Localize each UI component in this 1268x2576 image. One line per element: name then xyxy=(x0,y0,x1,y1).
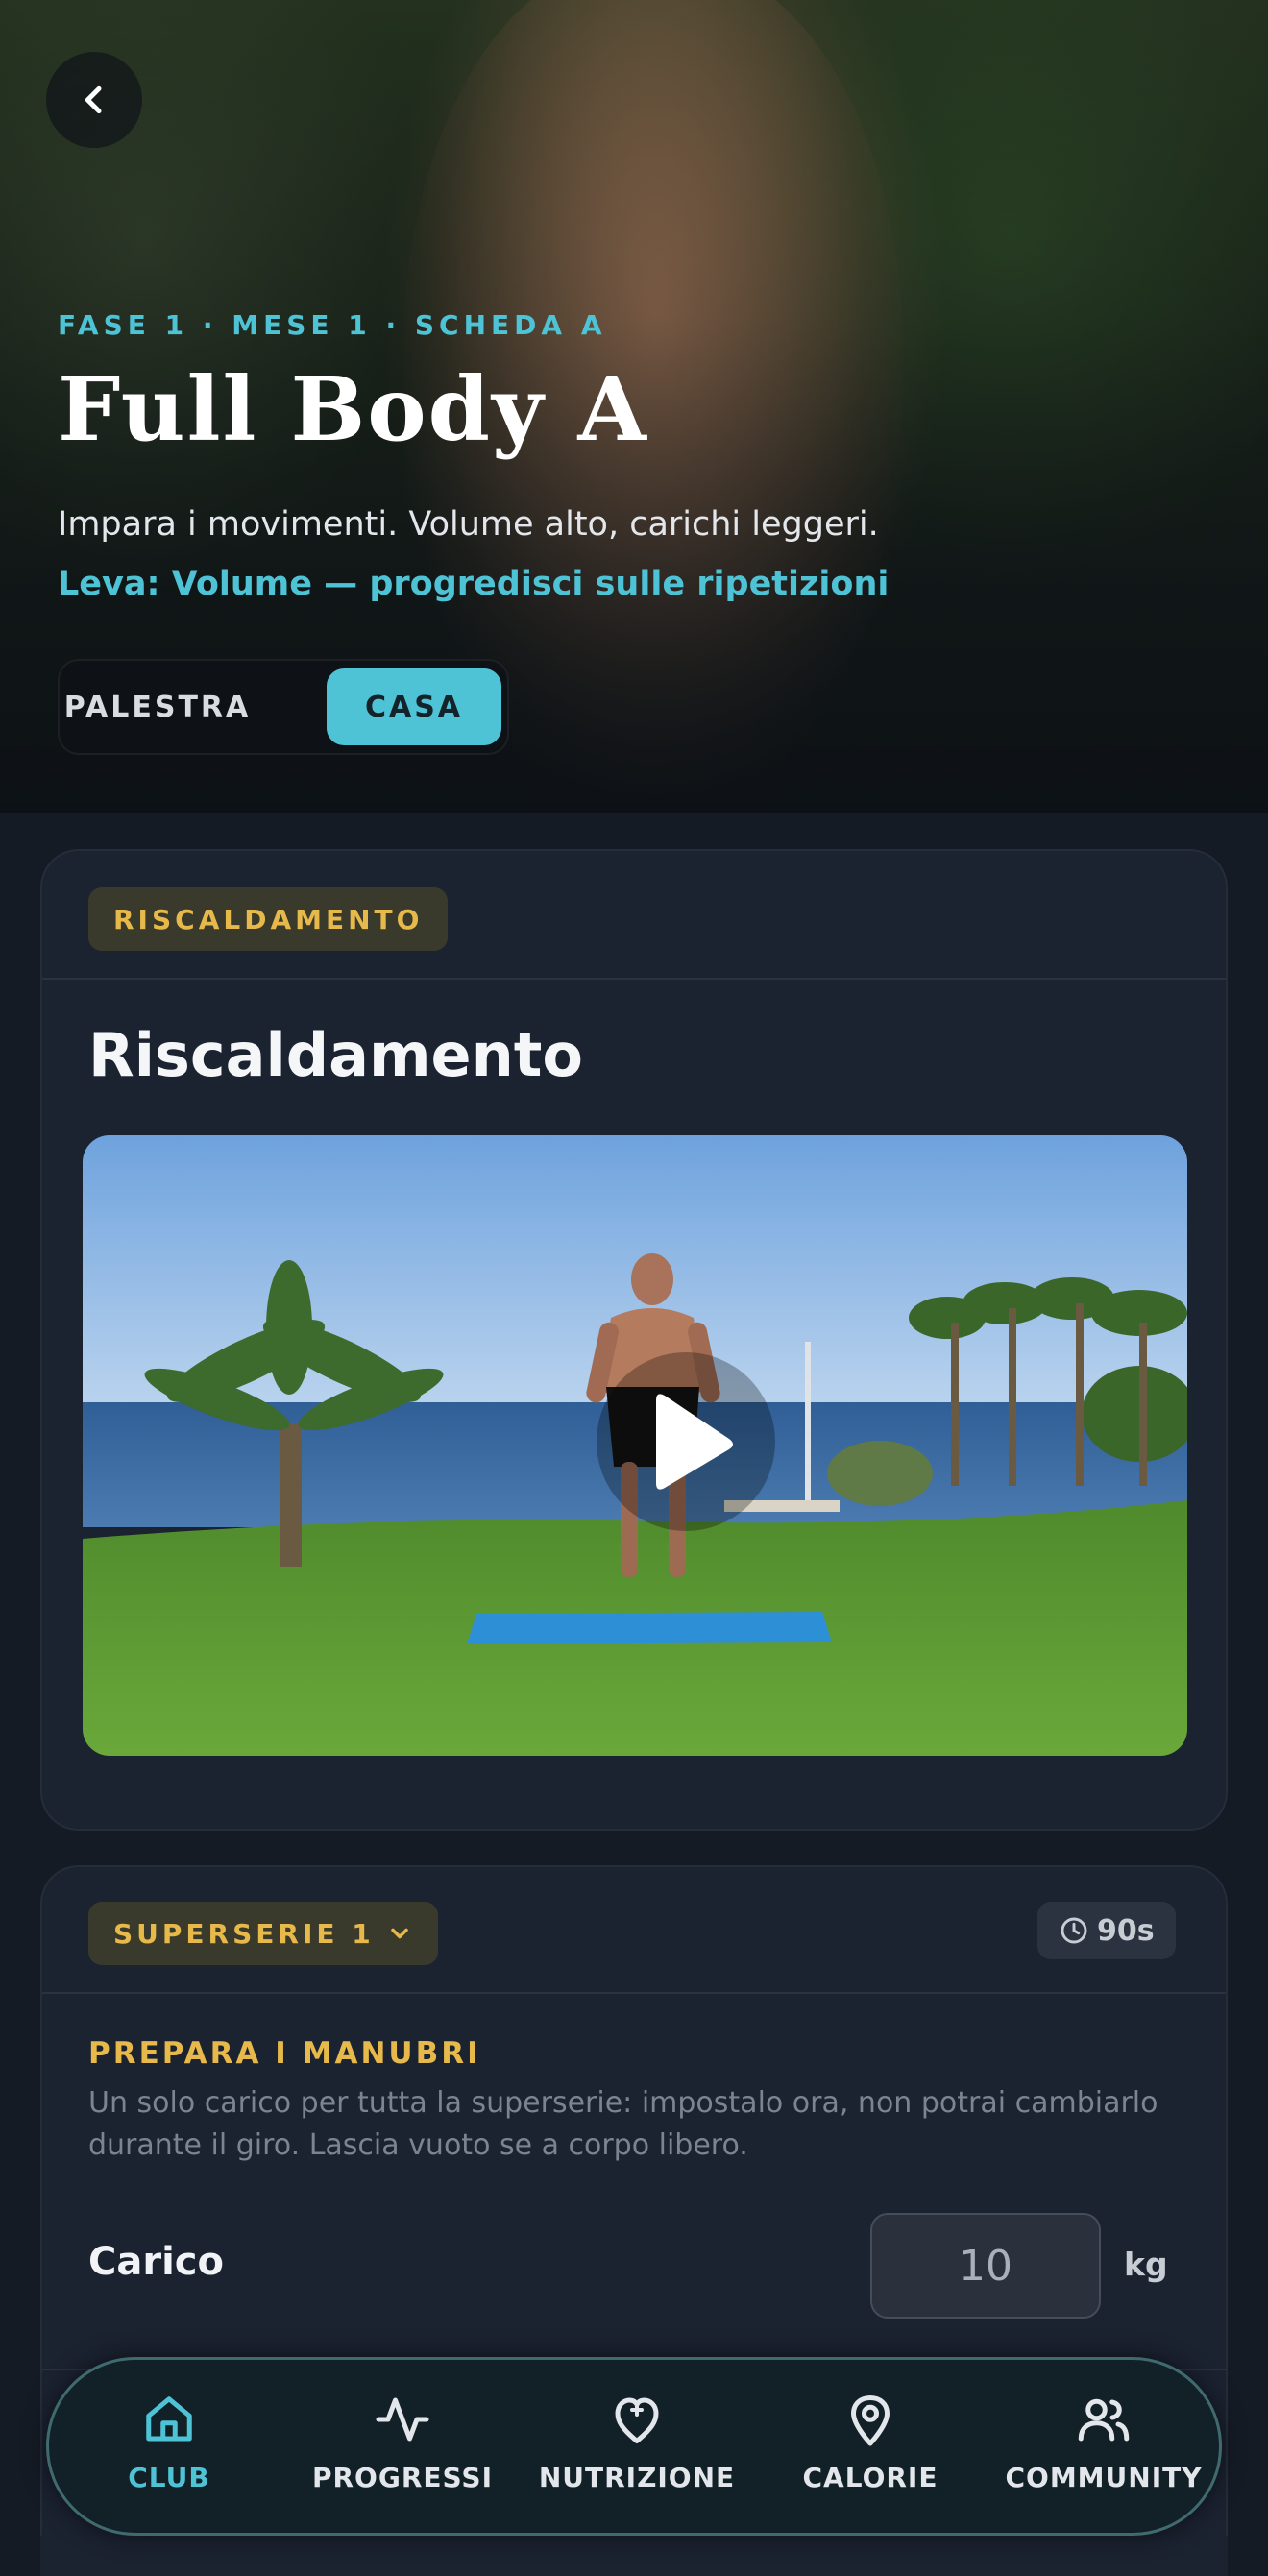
nav-item-progressi[interactable]: PROGRESSI xyxy=(292,2389,513,2504)
home-icon xyxy=(146,2396,192,2442)
toggle-option-casa[interactable]: CASA xyxy=(327,668,501,745)
play-icon xyxy=(656,1394,733,1490)
nav-label-nutrizione: NUTRIZIONE xyxy=(538,2462,736,2493)
content-continuation xyxy=(40,2536,1228,2576)
load-input[interactable] xyxy=(870,2213,1101,2319)
hero-header: FASE 1 · MESE 1 · SCHEDA A Full Body A I… xyxy=(0,0,1268,807)
nutrition-icon xyxy=(615,2397,659,2443)
prep-description: Un solo carico per tutta la superserie: … xyxy=(88,2086,1158,2162)
nav-item-nutrizione[interactable]: NUTRIZIONE xyxy=(526,2389,747,2504)
users-icon xyxy=(1078,2398,1130,2442)
back-button[interactable] xyxy=(46,52,142,148)
rest-timer-value: 90s xyxy=(1097,1913,1155,1948)
nav-label-club: CLUB xyxy=(128,2462,210,2493)
prep-title: PREPARA I MANUBRI xyxy=(88,2036,481,2071)
nav-item-calorie[interactable]: CALORIE xyxy=(760,2389,981,2504)
toggle-option-palestra[interactable]: PALESTRA xyxy=(64,668,248,745)
nav-label-community: COMMUNITY xyxy=(1005,2462,1203,2493)
load-unit: kg xyxy=(1124,2246,1168,2283)
nav-item-community[interactable]: COMMUNITY xyxy=(993,2389,1214,2504)
chevron-down-icon xyxy=(391,1928,408,1939)
warmup-video[interactable] xyxy=(83,1135,1187,1756)
superset-badge-label: SUPERSERIE 1 xyxy=(113,1917,375,1950)
card-divider xyxy=(42,1992,1226,1994)
nav-item-club[interactable]: CLUB xyxy=(59,2389,280,2504)
play-button[interactable] xyxy=(597,1352,775,1531)
workout-lever: Leva: Volume — progredisci sulle ripetiz… xyxy=(58,565,890,603)
load-label: Carico xyxy=(88,2240,224,2284)
warmup-title: Riscaldamento xyxy=(88,1020,583,1090)
hero-divider xyxy=(0,805,1268,813)
nav-label-progressi: PROGRESSI xyxy=(311,2462,494,2493)
card-divider xyxy=(42,978,1226,980)
map-pin-icon xyxy=(851,2395,890,2446)
bottom-navigation: CLUB PROGRESSI NUTRIZIONE CALORIE COMMUN… xyxy=(46,2357,1222,2536)
page-title: Full Body A xyxy=(58,357,648,461)
superset-badge[interactable]: SUPERSERIE 1 xyxy=(88,1902,438,1965)
location-toggle: PALESTRA CASA xyxy=(58,659,509,755)
clock-icon xyxy=(1061,1917,1087,1944)
rest-timer: 90s xyxy=(1037,1902,1176,1959)
workout-phase-label: FASE 1 · MESE 1 · SCHEDA A xyxy=(58,309,607,341)
activity-icon xyxy=(376,2397,429,2442)
chevron-left-icon xyxy=(85,85,102,114)
nav-label-calorie: CALORIE xyxy=(802,2462,939,2493)
warmup-badge: RISCALDAMENTO xyxy=(88,887,449,951)
workout-subtitle: Impara i movimenti. Volume alto, carichi… xyxy=(58,505,879,544)
warmup-card: RISCALDAMENTO Riscaldamento xyxy=(40,849,1228,1831)
